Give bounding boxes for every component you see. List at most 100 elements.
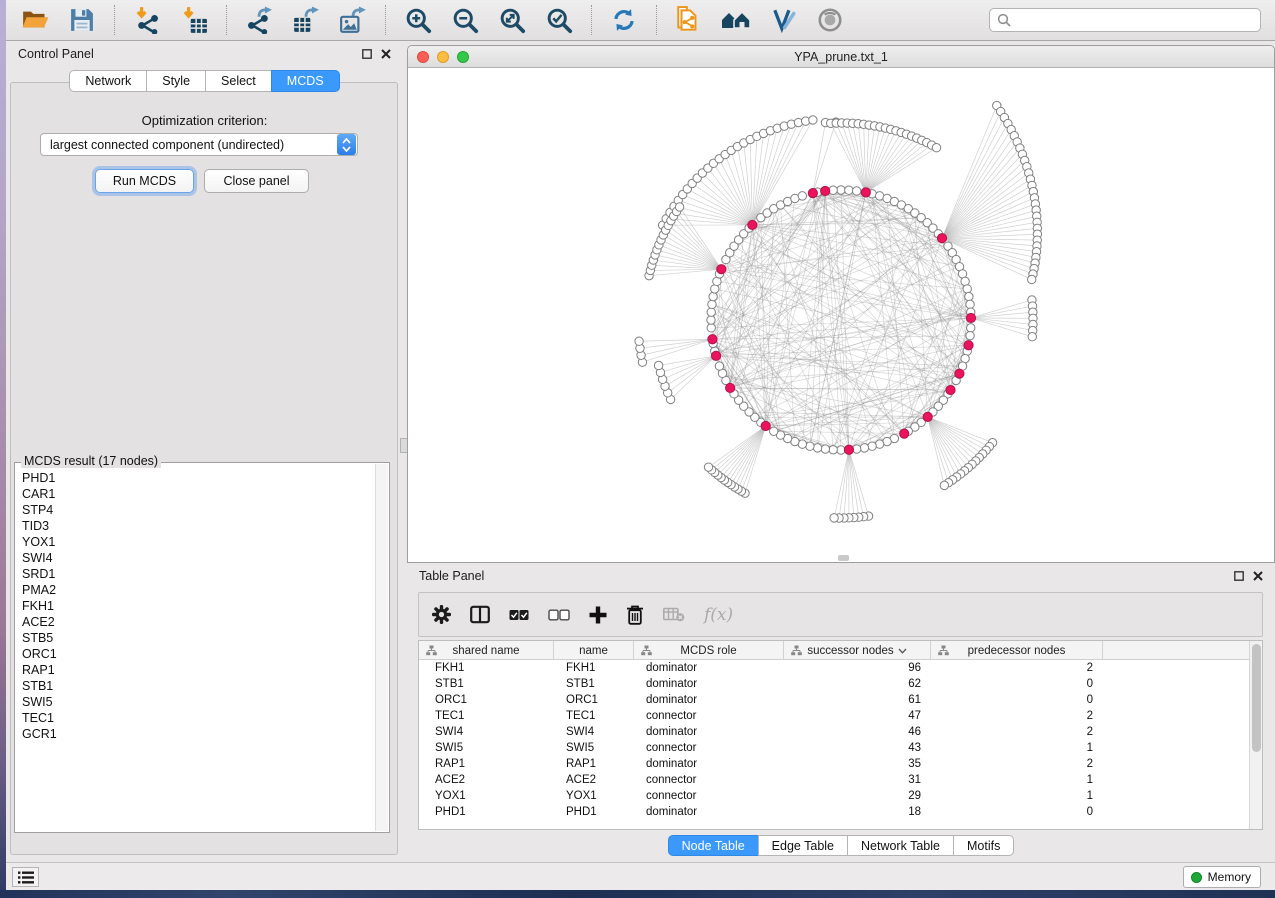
network-leaf-node[interactable] xyxy=(809,116,817,124)
network-leaf-node[interactable] xyxy=(1028,275,1036,283)
new-network-from-selection-icon[interactable] xyxy=(674,5,704,35)
column-header-successor-nodes[interactable]: successor nodes xyxy=(784,641,931,660)
mcds-node[interactable] xyxy=(900,429,909,438)
table-scrollbar[interactable] xyxy=(1249,641,1262,829)
search-field[interactable] xyxy=(989,8,1261,32)
mcds-node[interactable] xyxy=(966,313,975,322)
network-node[interactable] xyxy=(707,316,715,324)
network-leaf-node[interactable] xyxy=(932,143,940,151)
network-node[interactable] xyxy=(829,186,837,194)
network-canvas[interactable] xyxy=(408,68,1274,562)
mcds-node[interactable] xyxy=(955,369,964,378)
import-network-icon[interactable] xyxy=(132,5,162,35)
network-node[interactable] xyxy=(708,300,716,308)
mcds-node[interactable] xyxy=(923,412,932,421)
mcds-node[interactable] xyxy=(861,188,870,197)
annotation-mode-icon[interactable] xyxy=(768,5,798,35)
mcds-node[interactable] xyxy=(708,335,717,344)
mcds-result-item[interactable]: TID3 xyxy=(22,518,375,534)
export-table-icon[interactable] xyxy=(291,5,321,35)
network-node[interactable] xyxy=(845,186,853,194)
network-leaf-node[interactable] xyxy=(635,337,643,345)
mcds-node[interactable] xyxy=(711,351,720,360)
network-node[interactable] xyxy=(707,308,715,316)
table-row[interactable]: ACE2ACE2connector311 xyxy=(419,772,1262,788)
mcds-result-item[interactable]: FKH1 xyxy=(22,598,375,614)
network-node[interactable] xyxy=(709,292,717,300)
table-row[interactable]: TEC1TEC1connector472 xyxy=(419,708,1262,724)
horizontal-splitter-handle[interactable] xyxy=(838,555,849,561)
mcds-result-item[interactable]: SWI5 xyxy=(22,694,375,710)
network-node[interactable] xyxy=(813,444,821,452)
tab-network-table[interactable]: Network Table xyxy=(847,835,954,856)
network-node[interactable] xyxy=(868,442,876,450)
split-panel-columns-icon[interactable] xyxy=(470,605,490,624)
window-zoom-button[interactable] xyxy=(457,51,469,63)
mcds-result-item[interactable]: GCR1 xyxy=(22,726,375,742)
tab-edge-table[interactable]: Edge Table xyxy=(758,835,848,856)
table-row[interactable]: RAP1RAP1dominator352 xyxy=(419,756,1262,772)
network-node[interactable] xyxy=(707,324,715,332)
export-image-icon[interactable] xyxy=(338,5,368,35)
search-input[interactable] xyxy=(1016,13,1253,27)
column-header-name[interactable]: name xyxy=(554,641,634,660)
window-close-button[interactable] xyxy=(417,51,429,63)
mcds-result-item[interactable]: TEC1 xyxy=(22,710,375,726)
add-column-icon[interactable] xyxy=(589,606,607,624)
network-node[interactable] xyxy=(837,186,845,194)
network-node[interactable] xyxy=(966,331,974,339)
run-mcds-button[interactable]: Run MCDS xyxy=(95,169,194,193)
mcds-node[interactable] xyxy=(821,186,830,195)
mcds-result-item[interactable]: CAR1 xyxy=(22,486,375,502)
tab-style[interactable]: Style xyxy=(146,70,206,92)
network-leaf-node[interactable] xyxy=(704,463,712,471)
mcds-result-item[interactable]: STB1 xyxy=(22,678,375,694)
mcds-result-item[interactable]: PMA2 xyxy=(22,582,375,598)
mcds-node[interactable] xyxy=(717,265,726,274)
close-panel-icon[interactable] xyxy=(381,49,391,59)
network-node[interactable] xyxy=(821,445,829,453)
network-window-titlebar[interactable]: YPA_prune.txt_1 xyxy=(408,46,1274,68)
tab-select[interactable]: Select xyxy=(205,70,272,92)
tab-motifs[interactable]: Motifs xyxy=(953,835,1014,856)
mcds-result-item[interactable]: STB5 xyxy=(22,630,375,646)
save-session-icon[interactable] xyxy=(67,5,97,35)
import-table-icon[interactable] xyxy=(179,5,209,35)
show-hide-eye-icon[interactable] xyxy=(815,5,845,35)
mcds-result-item[interactable]: ACE2 xyxy=(22,614,375,630)
close-panel-icon[interactable] xyxy=(1253,571,1263,581)
table-scrollbar-thumb[interactable] xyxy=(1252,644,1261,752)
export-network-icon[interactable] xyxy=(244,5,274,35)
mcds-result-item[interactable]: RAP1 xyxy=(22,662,375,678)
open-file-icon[interactable] xyxy=(20,5,50,35)
network-node[interactable] xyxy=(715,362,723,370)
mcds-result-item[interactable]: STP4 xyxy=(22,502,375,518)
select-all-icon[interactable] xyxy=(509,609,529,621)
mcds-node[interactable] xyxy=(937,234,946,243)
network-leaf-node[interactable] xyxy=(654,361,662,369)
tab-mcds[interactable]: MCDS xyxy=(271,70,340,92)
mcds-node[interactable] xyxy=(761,421,770,430)
network-node[interactable] xyxy=(966,300,974,308)
mcds-result-scrollbar[interactable] xyxy=(375,464,388,831)
column-header-predecessor-nodes[interactable]: predecessor nodes xyxy=(931,641,1103,660)
network-leaf-node[interactable] xyxy=(830,514,838,522)
network-node[interactable] xyxy=(967,324,975,332)
mcds-result-item[interactable]: SRD1 xyxy=(22,566,375,582)
tab-node-table[interactable]: Node Table xyxy=(668,835,759,856)
zoom-selected-icon[interactable] xyxy=(544,5,574,35)
optimization-criterion-select[interactable]: largest connected component (undirected) xyxy=(40,133,358,156)
tab-network[interactable]: Network xyxy=(69,70,147,92)
table-row[interactable]: ORC1ORC1dominator610 xyxy=(419,692,1262,708)
table-row[interactable]: SWI4SWI4dominator462 xyxy=(419,724,1262,740)
network-node[interactable] xyxy=(860,444,868,452)
table-row[interactable]: FKH1FKH1dominator962 xyxy=(419,660,1262,676)
table-row[interactable]: SWI5SWI5connector431 xyxy=(419,740,1262,756)
column-header-shared-name[interactable]: shared name xyxy=(419,641,554,660)
mcds-node[interactable] xyxy=(726,383,735,392)
network-node[interactable] xyxy=(963,285,971,293)
mcds-node[interactable] xyxy=(808,188,817,197)
zoom-in-icon[interactable] xyxy=(403,5,433,35)
mcds-node[interactable] xyxy=(964,341,973,350)
zoom-fit-content-icon[interactable] xyxy=(497,5,527,35)
